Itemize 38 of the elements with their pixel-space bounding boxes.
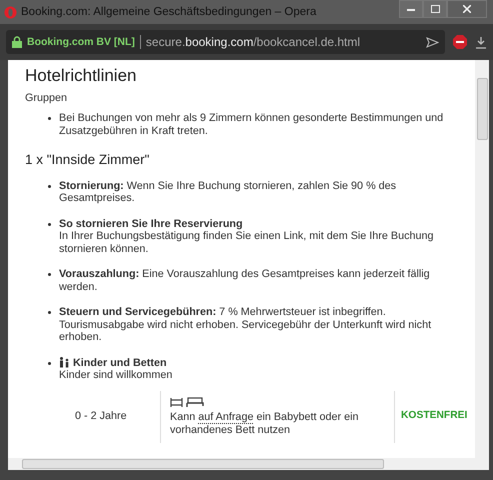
send-icon[interactable] [426, 36, 439, 48]
address-bar[interactable]: Booking.com BV [NL] secure.booking.com/bookcancel.de.html [6, 30, 445, 54]
family-icon [59, 357, 70, 368]
bullet-icon [48, 117, 51, 120]
page-heading: Hotelrichtlinien [25, 70, 138, 82]
policy-title: Kinder und Betten [73, 356, 167, 369]
policy-title: So stornieren Sie Ihre Reservierung [59, 218, 244, 230]
lock-icon [12, 36, 22, 48]
bed-option-text: Kann auf Anfrage ein Babybett oder ein vorhandenes Bett nutzen [170, 411, 360, 436]
close-button[interactable] [447, 0, 487, 18]
site-identity: Booking.com BV [NL] [27, 36, 135, 48]
minimize-button[interactable] [399, 0, 423, 18]
maximize-icon [430, 5, 440, 13]
policy-text: In Ihrer Buchungsbestätigung finden Sie einen Link, mit dem Sie Ihre Buchung stornieren können. [59, 230, 435, 255]
policy-text: Vorauszahlung: Eine Vorauszahlung des Gesamtpreises kann jederzeit fällig werden. [59, 268, 431, 293]
download-icon[interactable] [475, 36, 487, 48]
section-label: Gruppen [25, 92, 68, 104]
policy-text: Stornierung: Wenn Sie Ihre Buchung stornieren, zahlen Sie 90 % des Gesamtpreises. [59, 180, 398, 204]
on-request-link[interactable]: auf Anfrage [198, 411, 254, 424]
bullet-icon [48, 222, 51, 226]
room-title: 1 x "Innside Zimmer" [25, 154, 150, 166]
bullet-icon [48, 184, 51, 188]
beds-icon [170, 396, 204, 408]
bullet-icon [48, 273, 51, 276]
age-range: 0 - 2 Jahre [75, 410, 127, 423]
url-text: secure.booking.com/bookcancel.de.html [140, 35, 421, 49]
maximize-button[interactable] [423, 0, 447, 18]
adblock-icon[interactable] [453, 35, 467, 49]
close-icon [463, 5, 471, 13]
policy-text: Bei Buchungen von mehr als 9 Zimmern können gesonderte Bestimmungen und Zusatzgebühren in Kraft treten. [59, 112, 444, 137]
bullet-icon [48, 362, 51, 364]
policy-text: Kinder sind willkommen [59, 369, 172, 382]
price-label: KOSTENFREI [400, 409, 468, 424]
minimize-icon [407, 8, 415, 10]
window-title: Booking.com: Allgemeine Geschäftsbedingungen – Opera [21, 6, 318, 18]
bullet-icon [48, 311, 51, 314]
browser-logo-icon [4, 6, 17, 18]
policy-text: Steuern und Servicegebühren: 7 % Mehrwertsteuer ist inbegriffen. Tourismusabgabe wird nicht erhoben. Servicegebühr der Unterkunft wird nicht erhoben. [59, 306, 432, 344]
